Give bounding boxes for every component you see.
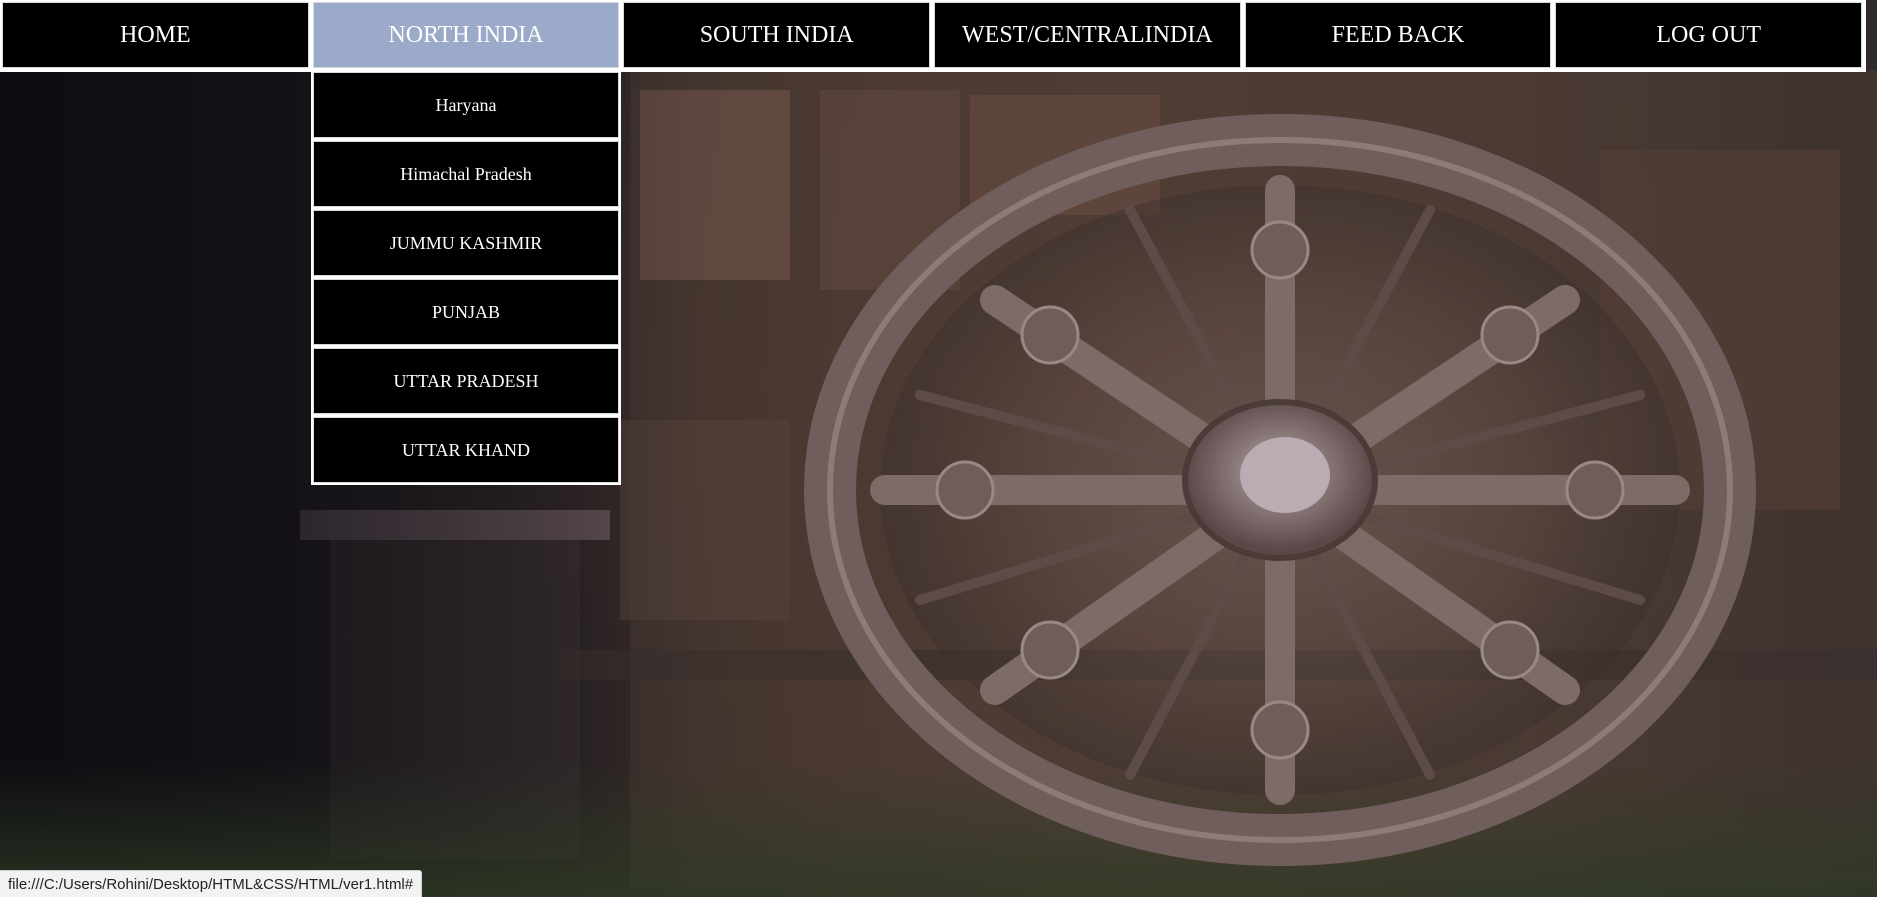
dropdown-item-haryana[interactable]: Haryana <box>313 72 619 138</box>
status-bar-url: file:///C:/Users/Rohini/Desktop/HTML&CSS… <box>0 870 423 897</box>
nav-feed-back[interactable]: FEED BACK <box>1244 2 1552 68</box>
main-nav: HOME NORTH INDIA SOUTH INDIA WEST/CENTRA… <box>0 0 1866 72</box>
nav-log-out[interactable]: LOG OUT <box>1555 2 1863 68</box>
temple-wheel-illustration <box>0 0 1877 897</box>
dropdown-item-uttar-pradesh[interactable]: UTTAR PRADESH <box>313 348 619 414</box>
north-india-dropdown: Haryana Himachal Pradesh JUMMU KASHMIR P… <box>311 70 621 485</box>
dropdown-item-jummu-kashmir[interactable]: JUMMU KASHMIR <box>313 210 619 276</box>
background-image <box>0 0 1877 897</box>
nav-west-central-india[interactable]: WEST/CENTRALINDIA <box>934 2 1241 68</box>
dropdown-item-uttar-khand[interactable]: UTTAR KHAND <box>313 417 619 483</box>
dropdown-item-himachal-pradesh[interactable]: Himachal Pradesh <box>313 141 619 207</box>
nav-home[interactable]: HOME <box>2 2 309 68</box>
nav-north-india[interactable]: NORTH INDIA <box>312 2 620 68</box>
nav-south-india[interactable]: SOUTH INDIA <box>623 2 931 68</box>
dropdown-item-punjab[interactable]: PUNJAB <box>313 279 619 345</box>
